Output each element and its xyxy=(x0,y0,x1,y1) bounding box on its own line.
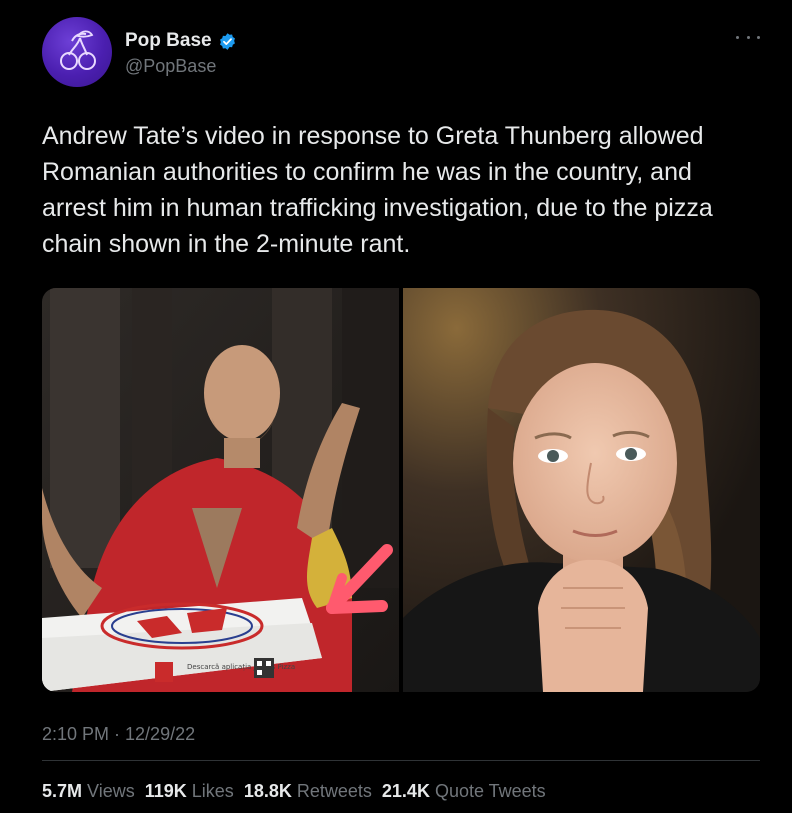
views-count: 5.7M xyxy=(42,781,83,801)
photo-portrait-girl xyxy=(403,288,760,692)
media-image-left[interactable]: Descarcă aplicația Jerry's Pizza xyxy=(42,288,399,692)
likes-count: 119K xyxy=(144,781,187,801)
likes-stat[interactable]: 119K Likes xyxy=(145,781,234,802)
likes-label: Likes xyxy=(191,781,234,801)
quote-tweets-stat[interactable]: 21.4K Quote Tweets xyxy=(382,781,546,802)
account-handle[interactable]: @PopBase xyxy=(125,56,216,77)
avatar[interactable] xyxy=(42,17,112,87)
verified-badge-icon xyxy=(218,32,237,51)
retweets-label: Retweets xyxy=(296,781,372,801)
quote-tweets-label: Quote Tweets xyxy=(434,781,546,801)
quote-tweets-count: 21.4K xyxy=(381,781,430,801)
cherry-icon xyxy=(60,30,96,70)
display-name[interactable]: Pop Base xyxy=(125,30,212,52)
tweet-text: Andrew Tate’s video in response to Greta… xyxy=(42,122,713,258)
retweets-stat[interactable]: 18.8K Retweets xyxy=(244,781,372,802)
pizza-box-app-text: Descarcă aplicația Jerry's Pizza xyxy=(187,663,295,672)
photo-man-with-pizza-box: Descarcă aplicația Jerry's Pizza xyxy=(42,288,399,692)
retweets-count: 18.8K xyxy=(243,781,292,801)
tweet-media[interactable]: Descarcă aplicația Jerry's Pizza xyxy=(42,288,760,692)
more-options-icon[interactable] xyxy=(736,30,760,44)
views-stat[interactable]: 5.7M Views xyxy=(42,781,135,802)
tweet-stats: 5.7M Views 119K Likes 18.8K Retweets 21.… xyxy=(42,781,546,802)
account-name-row[interactable]: Pop Base xyxy=(125,30,237,52)
divider xyxy=(42,760,760,761)
tweet-timestamp[interactable]: 2:10 PM · 12/29/22 xyxy=(42,724,195,745)
views-label: Views xyxy=(87,781,135,801)
media-image-right[interactable] xyxy=(403,288,760,692)
